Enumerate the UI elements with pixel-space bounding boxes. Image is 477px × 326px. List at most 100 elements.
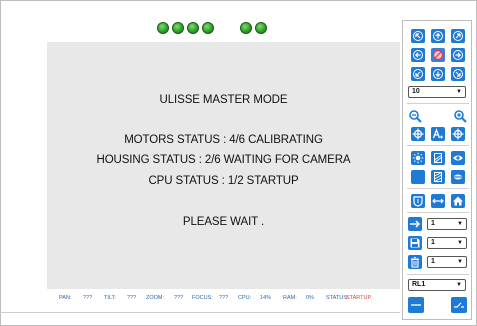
move-right-button[interactable] bbox=[451, 48, 465, 62]
eye-closed-icon bbox=[453, 174, 463, 180]
arrow-down-right-icon bbox=[455, 71, 461, 77]
swap-button[interactable] bbox=[431, 194, 445, 208]
move-up-right-button[interactable] bbox=[451, 29, 465, 43]
zoom-label: ZOOM: bbox=[146, 295, 165, 301]
relay-select[interactable]: RL1 ▼ bbox=[408, 279, 466, 291]
panel-divider bbox=[407, 188, 469, 189]
status-indicators bbox=[0, 22, 400, 36]
autofocus-icon bbox=[432, 128, 443, 139]
panel-divider bbox=[407, 274, 469, 275]
goto-preset-button[interactable] bbox=[408, 217, 422, 231]
caret-down-icon: ▼ bbox=[456, 89, 462, 95]
indicator-2 bbox=[172, 22, 184, 34]
shield-icon bbox=[413, 196, 423, 207]
stop-button[interactable] bbox=[431, 48, 445, 62]
contrast-button[interactable] bbox=[431, 151, 445, 165]
panel-divider bbox=[407, 103, 469, 104]
brightness-button[interactable] bbox=[411, 151, 425, 165]
focus-near-button[interactable] bbox=[411, 127, 425, 141]
eye-icon bbox=[453, 155, 463, 161]
home-button[interactable] bbox=[451, 194, 465, 208]
ram-label: RAM: bbox=[283, 295, 297, 301]
move-down-left-button[interactable] bbox=[411, 67, 425, 81]
move-down-button[interactable] bbox=[431, 67, 445, 81]
delete-preset-button[interactable] bbox=[408, 255, 422, 269]
home-icon bbox=[453, 196, 463, 206]
caret-down-icon: ▼ bbox=[456, 282, 462, 288]
zoom-value: ??? bbox=[174, 295, 184, 301]
save-preset-select-value: 1 bbox=[431, 239, 435, 246]
pan-label: PAN: bbox=[59, 295, 72, 301]
move-down-right-button[interactable] bbox=[451, 67, 465, 81]
save-preset-select[interactable]: 1 ▼ bbox=[427, 237, 467, 249]
telemetry-bar: PAN: ??? TILT: ??? ZOOM: ??? FOCUS: ??? … bbox=[0, 293, 400, 305]
switch-open-icon bbox=[411, 304, 421, 306]
swap-icon bbox=[432, 198, 444, 204]
video-display: ULISSE MASTER MODE MOTORS STATUS : 4/6 C… bbox=[47, 42, 400, 289]
arrow-up-icon bbox=[435, 33, 441, 39]
crosshair-icon bbox=[452, 128, 464, 140]
caret-down-icon: ▼ bbox=[457, 240, 463, 246]
cpu-label: CPU: bbox=[238, 295, 252, 301]
auto-scan-button[interactable] bbox=[411, 194, 425, 208]
night-mode-button[interactable] bbox=[411, 170, 425, 184]
arrow-right-icon bbox=[455, 52, 461, 58]
saturation-icon bbox=[434, 172, 442, 182]
speed-select-value: 10 bbox=[412, 88, 420, 95]
relay-on-button[interactable] bbox=[451, 297, 467, 313]
arrow-up-right-icon bbox=[455, 33, 461, 39]
tilt-label: TILT: bbox=[104, 295, 116, 301]
move-left-button[interactable] bbox=[411, 48, 425, 62]
arrow-down-left-icon bbox=[415, 71, 421, 77]
delete-preset-select[interactable]: 1 ▼ bbox=[427, 256, 467, 268]
relay-select-value: RL1 bbox=[412, 281, 426, 288]
relay-off-button[interactable] bbox=[408, 297, 424, 313]
indicator-1 bbox=[157, 22, 169, 34]
contrast-icon bbox=[434, 153, 442, 163]
iris-open-button[interactable] bbox=[451, 151, 465, 165]
bottom-divider bbox=[0, 312, 400, 313]
arrow-up-left-icon bbox=[415, 33, 421, 39]
crosshair-icon bbox=[412, 128, 424, 140]
pan-value: ??? bbox=[83, 295, 93, 301]
goto-preset-select[interactable]: 1 ▼ bbox=[427, 218, 467, 230]
panel-divider bbox=[407, 145, 469, 146]
save-preset-button[interactable] bbox=[408, 236, 422, 250]
zoom-in-button[interactable] bbox=[453, 109, 467, 123]
trash-icon bbox=[411, 257, 419, 268]
arrow-left-icon bbox=[415, 52, 421, 58]
indicator-4 bbox=[202, 22, 214, 34]
wait-message: PLEASE WAIT . bbox=[182, 216, 265, 228]
cpu-value: 14% bbox=[260, 295, 272, 301]
saturation-button[interactable] bbox=[431, 170, 445, 184]
indicator-3 bbox=[187, 22, 199, 34]
control-panel: 10 ▼ 1 ▼ 1 ▼ 1 ▼ RL1 ▼ bbox=[402, 20, 472, 320]
delete-preset-select-value: 1 bbox=[431, 258, 435, 265]
arrow-right-icon bbox=[410, 220, 421, 228]
stop-icon bbox=[432, 49, 444, 61]
indicator-5 bbox=[240, 22, 252, 34]
zoom-out-icon bbox=[409, 110, 422, 123]
zoom-out-button[interactable] bbox=[408, 109, 422, 123]
focus-far-button[interactable] bbox=[451, 127, 465, 141]
focus-value: ??? bbox=[219, 295, 229, 301]
cpu-status: CPU STATUS : 1/2 STARTUP bbox=[148, 175, 299, 187]
housing-status: HOUSING STATUS : 2/6 WAITING FOR CAMERA bbox=[96, 154, 351, 166]
save-icon bbox=[410, 238, 420, 248]
move-up-button[interactable] bbox=[431, 29, 445, 43]
caret-down-icon: ▼ bbox=[457, 259, 463, 265]
sun-icon bbox=[412, 152, 424, 164]
goto-preset-select-value: 1 bbox=[431, 220, 435, 227]
iris-close-button[interactable] bbox=[451, 170, 465, 184]
motors-status: MOTORS STATUS : 4/6 CALIBRATING bbox=[124, 134, 323, 146]
mode-title: ULISSE MASTER MODE bbox=[159, 94, 288, 106]
switch-closed-icon bbox=[454, 302, 464, 308]
speed-select[interactable]: 10 ▼ bbox=[408, 86, 466, 98]
zoom-in-icon bbox=[454, 110, 467, 123]
indicator-6 bbox=[255, 22, 267, 34]
focus-label: FOCUS: bbox=[192, 295, 213, 301]
autofocus-button[interactable] bbox=[431, 127, 445, 141]
caret-down-icon: ▼ bbox=[457, 221, 463, 227]
move-up-left-button[interactable] bbox=[411, 29, 425, 43]
status-value: STARTUP bbox=[346, 295, 372, 301]
